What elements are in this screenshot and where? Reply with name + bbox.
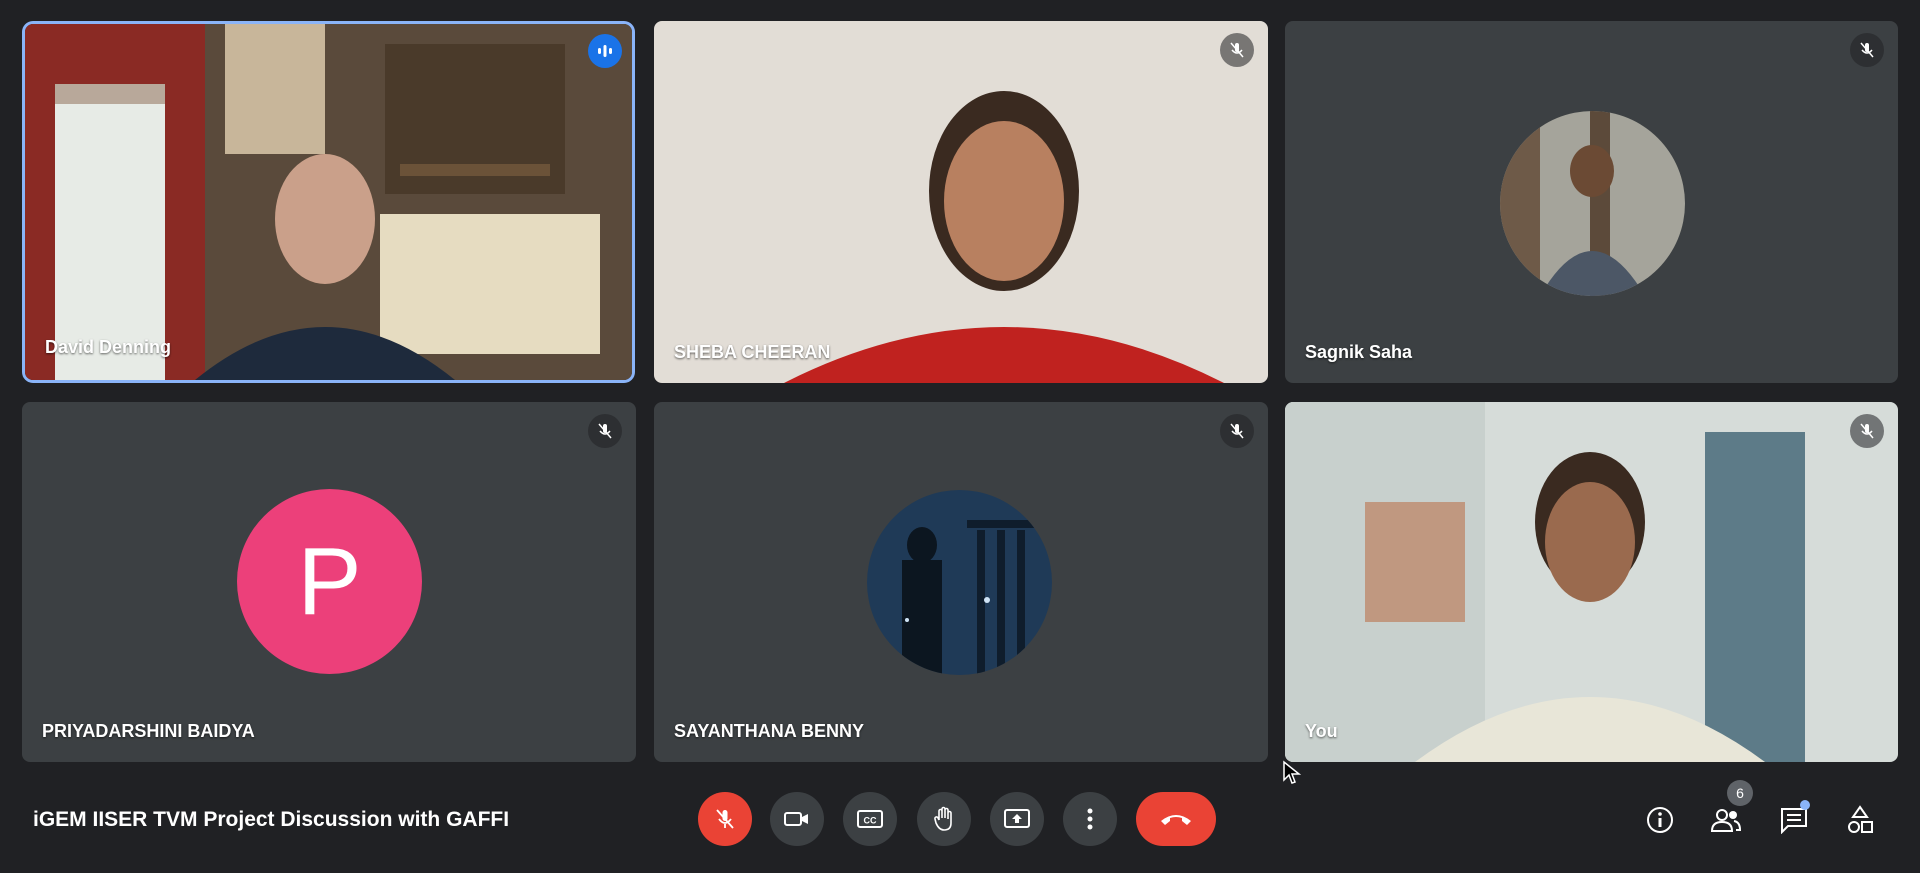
people-count-badge: 6: [1727, 780, 1753, 806]
activities-icon: [1848, 805, 1873, 833]
mic-toggle-button[interactable]: [698, 792, 752, 846]
camera-icon: [784, 812, 808, 826]
mic-off-icon: [1850, 33, 1884, 67]
raise-hand-button[interactable]: [917, 792, 971, 846]
meeting-title: iGEM IISER TVM Project Discussion with G…: [33, 808, 510, 831]
participant-video: [1285, 402, 1898, 762]
mic-off-icon: [588, 414, 622, 448]
chat-icon: [1781, 808, 1807, 834]
participant-tile-sayanthana-benny[interactable]: SAYANTHANA BENNY: [654, 402, 1268, 762]
letter-avatar: P: [237, 489, 422, 674]
present-screen-button[interactable]: [990, 792, 1044, 846]
participant-name: David Denning: [45, 337, 172, 357]
more-options-button[interactable]: [1063, 792, 1117, 846]
raise-hand-icon: [934, 806, 952, 831]
captions-button[interactable]: CC: [843, 792, 897, 846]
activities-button[interactable]: [1840, 800, 1880, 840]
participant-name: PRIYADARSHINI BAIDYA: [42, 721, 255, 741]
people-icon: [1710, 809, 1742, 832]
camera-toggle-button[interactable]: [770, 792, 824, 846]
info-icon: [1647, 807, 1673, 833]
chat-notification-dot: [1800, 800, 1810, 810]
mic-off-icon: [1220, 414, 1254, 448]
mic-off-icon: [1850, 414, 1884, 448]
participant-tile-sagnik-saha[interactable]: Sagnik Saha: [1285, 21, 1898, 383]
profile-avatar: [867, 490, 1052, 675]
mic-off-icon: [1220, 33, 1254, 67]
participant-tile-self[interactable]: You: [1285, 402, 1898, 762]
mouse-cursor-icon: [1283, 760, 1302, 784]
participant-name: You: [1305, 721, 1338, 741]
participant-tile-sheba-cheeran[interactable]: SHEBA CHEERAN: [654, 21, 1268, 383]
participant-video: [654, 21, 1268, 383]
participant-name: SAYANTHANA BENNY: [674, 721, 865, 741]
present-icon: [1004, 809, 1030, 828]
captions-icon: CC: [857, 810, 883, 828]
meeting-details-button[interactable]: [1640, 800, 1680, 840]
mic-off-icon: [716, 809, 734, 829]
participant-name: SHEBA CHEERAN: [674, 342, 831, 362]
end-call-icon: [1161, 815, 1191, 825]
participant-video: [25, 24, 632, 380]
participant-tile-priyadarshini-baidya[interactable]: P PRIYADARSHINI BAIDYA: [22, 402, 636, 762]
speaking-indicator-icon: [588, 34, 622, 68]
people-button[interactable]: [1706, 800, 1746, 840]
participant-name: Sagnik Saha: [1305, 342, 1413, 362]
end-call-button[interactable]: [1136, 792, 1216, 846]
more-options-icon: [1087, 808, 1093, 830]
svg-text:CC: CC: [864, 816, 877, 826]
bottom-control-bar: iGEM IISER TVM Project Discussion with G…: [0, 770, 1920, 873]
participant-tile-david-denning[interactable]: David Denning: [25, 24, 632, 380]
profile-avatar: [1500, 111, 1685, 296]
